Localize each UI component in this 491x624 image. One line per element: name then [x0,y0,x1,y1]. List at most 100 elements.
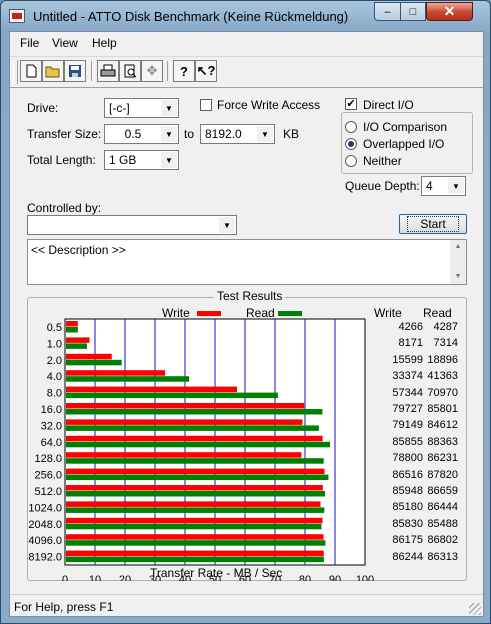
x-tick-label: 20 [119,574,131,581]
description-scrollbar[interactable]: ▲ ▼ [450,240,466,284]
drive-value: [-c-] [109,101,130,115]
write-bar [66,386,238,393]
status-bar: For Help, press F1 [10,594,483,617]
to-label: to [184,127,195,141]
write-bar [66,501,321,507]
force-write-checkbox[interactable] [200,99,212,111]
write-value: 33374 [392,370,423,383]
legend-read-label: Read [246,306,275,320]
read-value: 86444 [427,501,458,514]
transfer-size-to-select[interactable]: 8192.0 ▼ [200,124,275,144]
write-bar [66,485,323,491]
size-label: 256.0 [34,470,62,482]
maximize-button[interactable]: □ [400,2,426,21]
write-value: 15599 [392,353,423,366]
chevron-down-icon: ▼ [219,217,235,233]
chevron-down-icon: ▼ [161,126,177,142]
x-tick-label: 100 [356,574,374,581]
new-file-button[interactable] [20,60,42,82]
transfer-size-from-select[interactable]: 0.5 ▼ [104,124,179,144]
queue-depth-select[interactable]: 4 ▼ [421,176,466,196]
read-bar [66,523,322,530]
size-label: 4096.0 [28,535,62,547]
read-bar [66,359,122,366]
description-textarea[interactable]: << Description >> ▲ ▼ [27,239,467,285]
start-button-label: Start [407,216,459,232]
write-value: 85830 [392,517,423,530]
write-value: 57344 [392,386,423,399]
neither-label: Neither [363,154,402,168]
write-value: 79727 [392,403,423,415]
scroll-up-icon[interactable]: ▲ [450,240,466,254]
read-bar [66,327,78,333]
resize-grip-icon[interactable] [469,603,481,615]
read-bar [66,491,325,497]
close-button[interactable]: ✕ [426,2,473,21]
menu-file[interactable]: File [20,36,39,50]
toolbar: ✥ ? ↖? [10,56,483,88]
kb-label: KB [283,127,300,141]
read-value: 86802 [427,534,458,547]
write-value: 86516 [392,468,423,481]
write-bar [66,452,302,458]
write-value: 85948 [392,485,423,497]
read-bar [66,392,278,399]
client-area: File View Help ✥ ? ↖? Drive: [-c-] ▼ For… [9,31,484,617]
scroll-down-icon[interactable]: ▼ [450,270,466,284]
context-help-button[interactable]: ↖? [195,60,217,82]
controlled-by-select[interactable]: ▼ [27,215,237,235]
drive-select[interactable]: [-c-] ▼ [104,98,179,118]
write-value: 79149 [392,419,423,432]
size-label: 512.0 [34,486,62,498]
title-bar[interactable]: Untitled - ATTO Disk Benchmark (Keine Rü… [1,1,490,31]
print-preview-button[interactable] [119,60,141,82]
x-tick-label: 10 [89,574,101,581]
context-help-icon: ↖? [196,63,216,78]
read-value: 86313 [427,550,458,563]
size-label: 4.0 [47,371,62,383]
size-label: 32.0 [41,420,62,432]
direct-io-checkbox[interactable]: ✔ [345,98,357,110]
read-bar [66,343,87,349]
print-button[interactable] [97,60,119,82]
neither-radio[interactable] [345,155,357,167]
save-button[interactable] [64,60,86,82]
size-label: 2.0 [47,355,62,367]
start-button[interactable]: Start [399,214,467,234]
toolbar-grip[interactable] [13,60,18,84]
write-bar [66,353,112,360]
menu-view[interactable]: View [52,36,78,50]
read-value: 18896 [427,353,458,366]
transfer-size-label: Transfer Size: [27,127,102,141]
total-length-label: Total Length: [27,153,96,167]
transfer-from-value: 0.5 [124,127,142,141]
open-button[interactable] [42,60,64,82]
overlapped-io-radio[interactable] [345,138,357,150]
app-window: Untitled - ATTO Disk Benchmark (Keine Rü… [0,0,491,624]
minimize-button[interactable]: – [374,2,401,21]
drive-label: Drive: [27,101,59,115]
menu-help[interactable]: Help [92,36,117,50]
total-length-select[interactable]: 1 GB ▼ [104,150,179,170]
read-bar [66,507,325,513]
read-value: 85801 [427,403,458,415]
queue-depth-value: 4 [426,179,433,193]
x-tick-label: 90 [329,574,341,581]
size-label: 128.0 [34,453,62,465]
print-icon [100,64,116,77]
read-bar [66,409,323,415]
x-tick-label: 0 [62,574,68,581]
help-icon: ? [180,63,188,79]
new-file-icon [26,64,37,78]
read-column-header: Read [423,306,452,320]
write-value: 86244 [392,550,423,563]
read-value: 7314 [433,337,458,350]
read-bar [66,425,319,431]
read-bar [66,556,324,563]
write-value: 86175 [392,534,423,547]
help-button[interactable]: ? [173,60,195,82]
io-comparison-radio[interactable] [345,121,357,133]
direct-io-label: Direct I/O [363,98,414,112]
move-button[interactable]: ✥ [141,60,163,82]
queue-depth-label: Queue Depth: [345,179,420,193]
